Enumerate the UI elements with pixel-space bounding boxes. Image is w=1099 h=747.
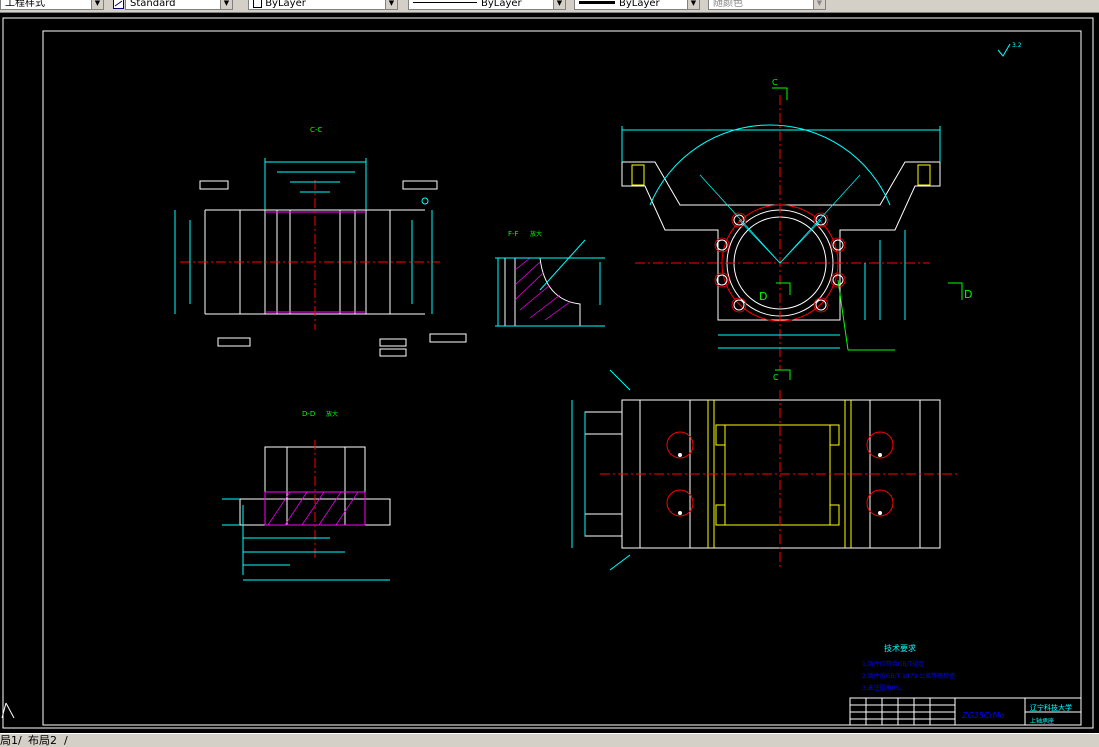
material-text: ZG35CrMo: [961, 711, 1005, 720]
view-ff-note: 放大: [530, 230, 542, 238]
title-block: ZG35CrMo 辽宁科技大学 上轴承座: [849, 697, 1082, 726]
dimension-style-icon: [113, 0, 124, 9]
lineweight-value: ByLayer: [619, 0, 660, 9]
view-cc-label: C-C: [310, 126, 322, 134]
tech-req-title: 技术要求: [884, 643, 916, 653]
view-ff-label: F-F: [508, 230, 519, 238]
section-c-bottom: C: [773, 373, 779, 382]
properties-toolbar: 工程样式 ▼ Standard ▼ ByLayer ▼ ByLayer ▼ By…: [0, 0, 1099, 13]
linetype-dropdown[interactable]: ByLayer ▼: [408, 0, 566, 10]
chevron-down-icon: ▼: [91, 0, 103, 9]
dimension-style-value: Standard: [130, 0, 176, 9]
tab-separator: /: [18, 734, 22, 747]
drawing-canvas[interactable]: 3.2 C-C F-F 放大 D-D 放大 C C D D 技术要求 1.铸件应…: [0, 13, 1099, 733]
chevron-down-icon: ▼: [813, 0, 825, 9]
color-dropdown[interactable]: ByLayer ▼: [248, 0, 398, 10]
roughness-symbol: 3.2: [997, 42, 1022, 57]
color-value: ByLayer: [265, 0, 306, 9]
text-style-value: 工程样式: [5, 0, 45, 9]
tab-separator: /: [64, 734, 68, 747]
tech-req-line-2: 2.铸件按GB/T 1873 公差等级检查: [862, 672, 955, 680]
text-style-dropdown[interactable]: 工程样式 ▼: [0, 0, 104, 10]
view-ff: F-F 放大: [495, 230, 605, 327]
drawing-frame: [42, 30, 1082, 726]
plot-style-value: 随颜色: [713, 0, 743, 9]
chevron-down-icon: ▼: [553, 0, 565, 9]
section-d-right: D: [964, 288, 972, 301]
plot-style-dropdown[interactable]: 随颜色 ▼: [708, 0, 826, 10]
dimension-style-dropdown[interactable]: Standard ▼: [125, 0, 233, 10]
view-dd-note: 放大: [326, 410, 338, 418]
part-name-text: 上轴承座: [1030, 717, 1054, 725]
paper-border: [2, 17, 1094, 729]
roughness-label: 3.2: [1012, 42, 1022, 49]
layout-tab-1[interactable]: 局1: [0, 734, 18, 747]
view-dd: D-D 放大: [222, 410, 391, 581]
tech-req-line-3: 3.未注圆角R5。: [862, 684, 906, 692]
chevron-down-icon: ▼: [385, 0, 397, 9]
ucs-icon: [1, 702, 15, 719]
view-dd-label: D-D: [302, 410, 315, 418]
layout-tab-bar: 局1 / 布局2 /: [0, 733, 1099, 747]
view-cc: C-C: [174, 126, 467, 357]
linetype-preview-icon: [413, 2, 477, 3]
school-text: 辽宁科技大学: [1030, 703, 1072, 712]
linetype-value: ByLayer: [481, 0, 522, 9]
color-swatch-icon: [253, 0, 262, 8]
section-d-left: D: [759, 290, 767, 303]
lineweight-preview-icon: [579, 1, 615, 4]
technical-requirements: 技术要求 1.铸件应符合GB/T规定 2.铸件按GB/T 1873 公差等级检查…: [862, 643, 955, 692]
view-top: [571, 369, 960, 571]
tech-req-line-1: 1.铸件应符合GB/T规定: [862, 660, 924, 668]
view-front: C C D D: [621, 78, 972, 382]
chevron-down-icon: ▼: [220, 0, 232, 9]
section-c-top: C: [772, 78, 778, 87]
layout-tab-2[interactable]: 布局2: [28, 734, 57, 747]
lineweight-dropdown[interactable]: ByLayer ▼: [574, 0, 700, 10]
chevron-down-icon: ▼: [687, 0, 699, 9]
